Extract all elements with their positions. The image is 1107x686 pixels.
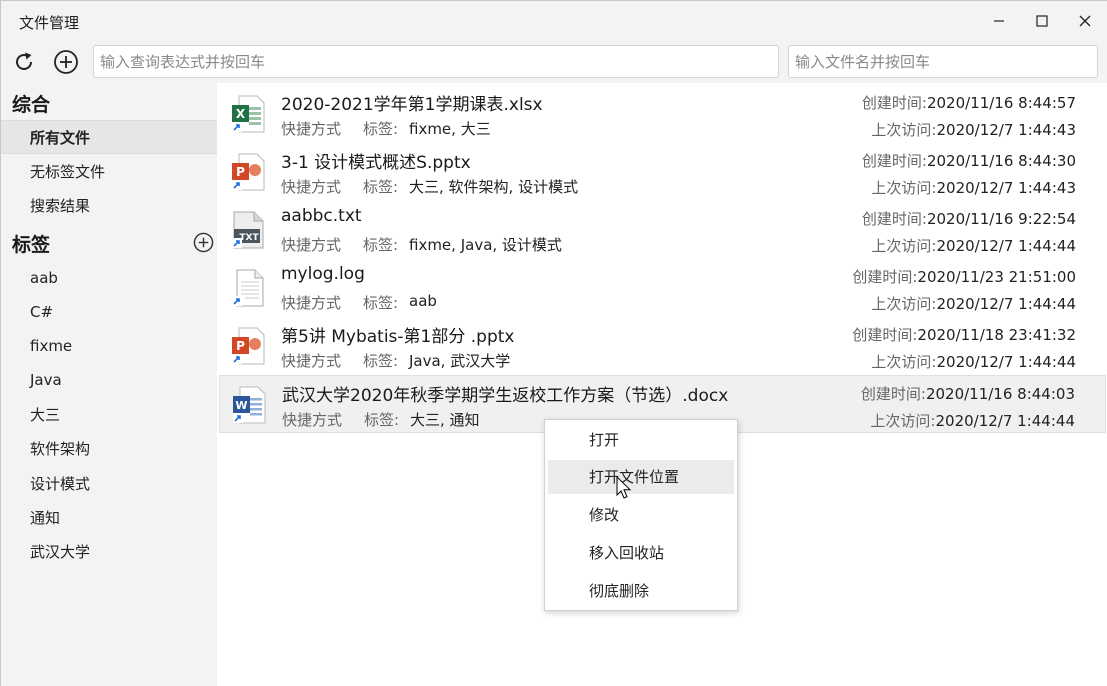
file-tags: 大三, 软件架构, 设计模式 (409, 178, 579, 196)
tag-label: 标签: (363, 236, 399, 254)
title-bar: 文件管理 (1, 1, 1107, 41)
menu-item-modify[interactable]: 修改 (548, 498, 734, 532)
sidebar-item-search-results[interactable]: 搜索结果 (1, 189, 217, 223)
created-time: 创建时间:2020/11/16 9:22:54 (861, 210, 1076, 228)
sidebar-tag-notice[interactable]: 通知 (1, 501, 217, 535)
query-expression-input[interactable] (93, 45, 779, 78)
sidebar-item-all-files[interactable]: 所有文件 (1, 120, 217, 154)
file-name: aabbc.txt (281, 206, 362, 226)
sidebar-tag-fixme[interactable]: fixme (1, 329, 217, 363)
mouse-cursor-icon (616, 476, 632, 499)
context-menu: 打开 打开文件位置 修改 移入回收站 彻底删除 (544, 419, 738, 611)
created-time: 创建时间:2020/11/16 8:44:57 (861, 94, 1076, 112)
file-row[interactable]: mylog.log 快捷方式 标签: aab 创建时间:2020/11/23 2… (219, 259, 1106, 317)
file-name: 第5讲 Mybatis-第1部分 .pptx (281, 327, 515, 347)
accessed-time: 上次访问:2020/12/7 1:44:43 (871, 179, 1076, 197)
accessed-time: 上次访问:2020/12/7 1:44:44 (870, 412, 1075, 430)
accessed-time: 上次访问:2020/12/7 1:44:44 (871, 295, 1076, 313)
powerpoint-icon: P (232, 153, 265, 191)
toolbar (1, 41, 1107, 83)
file-type: 快捷方式 (281, 178, 342, 196)
refresh-button[interactable] (9, 47, 39, 77)
close-icon (1079, 15, 1091, 27)
add-tag-button[interactable] (192, 231, 214, 253)
file-type: 快捷方式 (281, 120, 342, 138)
file-tags: Java, 武汉大学 (409, 352, 511, 370)
window-title: 文件管理 (19, 14, 80, 32)
file-name: 2020-2021学年第1学期课表.xlsx (281, 95, 543, 115)
sidebar-tag-csharp[interactable]: C# (1, 295, 217, 329)
add-file-button[interactable] (51, 47, 81, 77)
maximize-icon (1036, 15, 1048, 27)
file-name: 武汉大学2020年秋季学期学生返校工作方案（节选）.docx (282, 386, 729, 406)
document-icon (232, 269, 264, 307)
file-row[interactable]: X 2020-2021学年第1学期课表.xlsx 快捷方式 标签: fixme,… (219, 85, 1106, 143)
accessed-time: 上次访问:2020/12/7 1:44:43 (871, 121, 1076, 139)
menu-item-move-to-recycle-bin[interactable]: 移入回收站 (548, 536, 734, 570)
created-time: 创建时间:2020/11/18 23:41:32 (852, 326, 1076, 344)
minimize-button[interactable] (977, 1, 1021, 41)
file-name: 3-1 设计模式概述S.pptx (281, 153, 471, 173)
file-type: 快捷方式 (281, 352, 342, 370)
svg-text:P: P (236, 339, 245, 353)
sidebar-tag-software-architecture[interactable]: 软件架构 (1, 432, 217, 466)
file-type: 快捷方式 (282, 411, 343, 429)
file-tags: 大三, 通知 (410, 411, 480, 429)
sidebar-tag-junior-year[interactable]: 大三 (1, 398, 217, 432)
tags-section-title: 标签 (12, 234, 51, 256)
powerpoint-icon: P (232, 327, 265, 365)
sidebar-tag-java[interactable]: Java (1, 363, 217, 397)
accessed-time: 上次访问:2020/12/7 1:44:44 (871, 353, 1076, 371)
minimize-icon (994, 20, 1004, 22)
file-row[interactable]: P 第5讲 Mybatis-第1部分 .pptx 快捷方式 标签: Java, … (219, 317, 1106, 375)
created-time: 创建时间:2020/11/23 21:51:00 (852, 268, 1076, 286)
menu-item-open[interactable]: 打开 (548, 423, 734, 457)
svg-text:TXT: TXT (239, 233, 259, 243)
add-tag-icon (193, 232, 213, 252)
file-tags: fixme, 大三 (409, 120, 491, 138)
svg-text:W: W (235, 399, 247, 412)
filename-search-input[interactable] (788, 45, 1098, 78)
accessed-time: 上次访问:2020/12/7 1:44:44 (871, 237, 1076, 255)
maximize-button[interactable] (1020, 1, 1064, 41)
file-row[interactable]: TXT aabbc.txt 快捷方式 标签: fixme, Java, 设计模式… (219, 201, 1106, 259)
close-button[interactable] (1063, 1, 1107, 41)
sidebar-tag-whu[interactable]: 武汉大学 (1, 535, 217, 569)
tag-label: 标签: (363, 352, 399, 370)
menu-item-open-file-location[interactable]: 打开文件位置 (548, 460, 734, 494)
sidebar-tag-design-patterns[interactable]: 设计模式 (1, 467, 217, 501)
file-tags: fixme, Java, 设计模式 (409, 236, 562, 254)
file-type: 快捷方式 (281, 294, 342, 312)
tag-label: 标签: (363, 178, 399, 196)
sidebar-tag-aab[interactable]: aab (1, 261, 217, 295)
excel-icon: X (232, 95, 265, 133)
file-tags: aab (409, 292, 437, 310)
file-name: mylog.log (281, 264, 365, 284)
word-icon: W (233, 386, 266, 424)
created-time: 创建时间:2020/11/16 8:44:03 (860, 385, 1075, 403)
refresh-icon (16, 52, 32, 70)
general-section-title: 综合 (12, 94, 51, 116)
svg-text:P: P (236, 165, 245, 179)
tag-label: 标签: (363, 120, 399, 138)
menu-item-delete-permanently[interactable]: 彻底删除 (548, 574, 734, 608)
file-type: 快捷方式 (281, 236, 342, 254)
tag-label: 标签: (363, 294, 399, 312)
text-file-icon: TXT (232, 211, 264, 249)
created-time: 创建时间:2020/11/16 8:44:30 (861, 152, 1076, 170)
file-manager-window: 文件管理 综合 所有文件 无 (0, 0, 1107, 686)
tag-label: 标签: (364, 411, 400, 429)
add-icon (54, 50, 78, 74)
sidebar: 综合 所有文件 无标签文件 搜索结果 标签 aab C# fixme Java … (1, 83, 217, 686)
file-row[interactable]: P 3-1 设计模式概述S.pptx 快捷方式 标签: 大三, 软件架构, 设计… (219, 143, 1106, 201)
sidebar-item-untagged-files[interactable]: 无标签文件 (1, 155, 217, 189)
svg-text:X: X (236, 107, 246, 121)
